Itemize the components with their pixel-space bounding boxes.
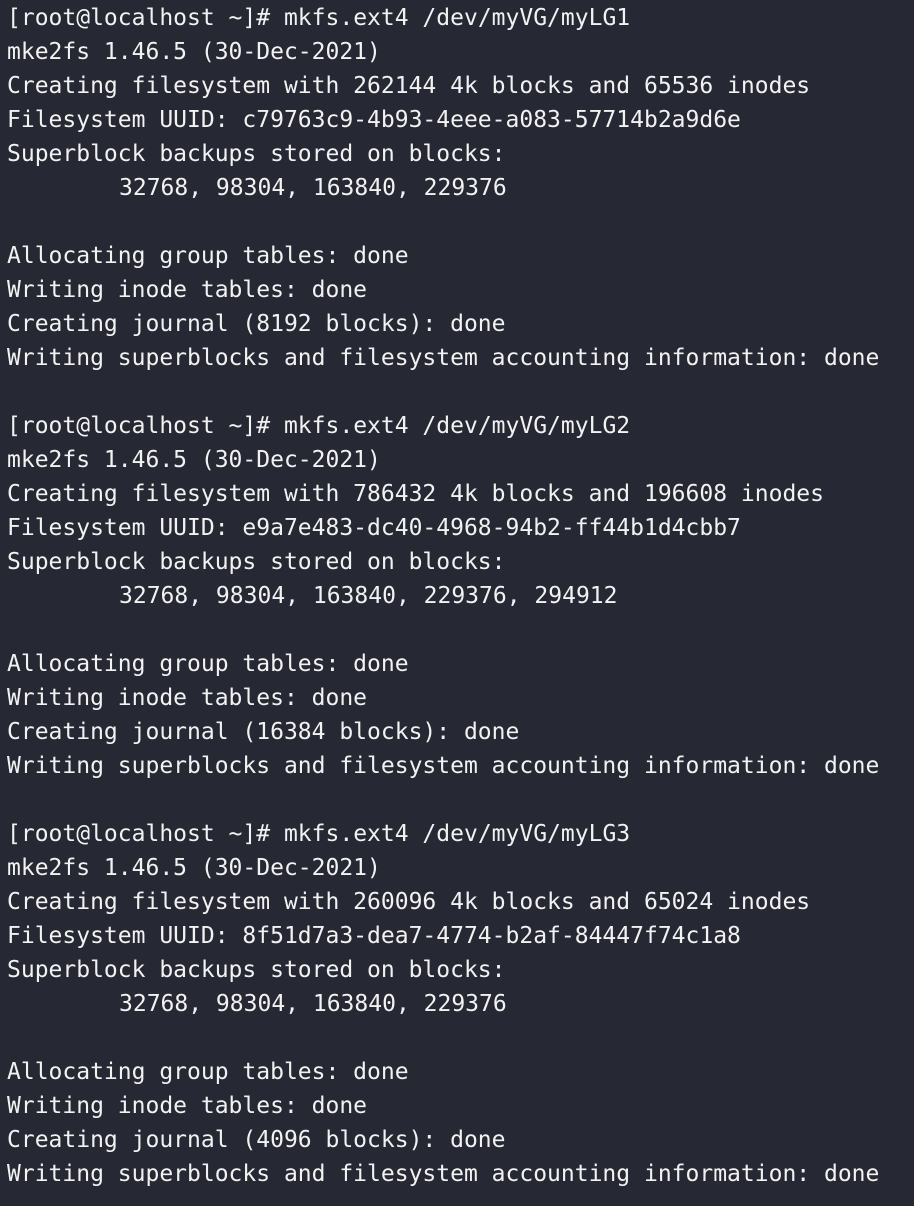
output-line-inode: Writing inode tables: done	[7, 685, 368, 711]
output-line-version: mke2fs 1.46.5 (30-Dec-2021)	[7, 447, 381, 473]
output-line-uuid: Filesystem UUID: 8f51d7a3-dea7-4774-b2af…	[7, 923, 741, 949]
output-line-journal: Creating journal (8192 blocks): done	[7, 311, 506, 337]
output-line-superblock: Superblock backups stored on blocks:	[7, 549, 506, 575]
command-text: mkfs.ext4 /dev/myVG/myLG2	[283, 413, 631, 439]
output-line-superwrite: Writing superblocks and filesystem accou…	[7, 345, 880, 371]
output-line-block-list: 32768, 98304, 163840, 229376, 294912	[119, 583, 618, 609]
output-line-block-list: 32768, 98304, 163840, 229376	[119, 175, 507, 201]
output-line-block-list: 32768, 98304, 163840, 229376	[119, 991, 507, 1017]
shell-prompt: [root@localhost ~]#	[7, 5, 284, 31]
shell-prompt: [root@localhost ~]#	[7, 821, 284, 847]
output-line-alloc: Allocating group tables: done	[7, 651, 409, 677]
output-line-version: mke2fs 1.46.5 (30-Dec-2021)	[7, 39, 381, 65]
output-line-alloc: Allocating group tables: done	[7, 1059, 409, 1085]
command-line: [root@localhost ~]# mkfs.ext4 /dev/myVG/…	[7, 1, 914, 35]
command-text: mkfs.ext4 /dev/myVG/myLG3	[283, 821, 631, 847]
output-line-alloc: Allocating group tables: done	[7, 243, 409, 269]
output-line-creating: Creating filesystem with 786432 4k block…	[7, 481, 824, 507]
output-line-inode: Writing inode tables: done	[7, 277, 368, 303]
output-line-journal: Creating journal (4096 blocks): done	[7, 1127, 506, 1153]
output-line-superblock: Superblock backups stored on blocks:	[7, 957, 506, 983]
output-line-uuid: Filesystem UUID: c79763c9-4b93-4eee-a083…	[7, 107, 741, 133]
command-line: [root@localhost ~]# mkfs.ext4 /dev/myVG/…	[7, 409, 914, 443]
output-line-journal: Creating journal (16384 blocks): done	[7, 719, 520, 745]
terminal-window[interactable]: [root@localhost ~]# mkfs.ext4 /dev/myVG/…	[0, 0, 914, 1206]
command-text: mkfs.ext4 /dev/myVG/myLG1	[283, 5, 631, 31]
output-line-superblock: Superblock backups stored on blocks:	[7, 141, 506, 167]
output-line-creating: Creating filesystem with 260096 4k block…	[7, 889, 811, 915]
output-line-superwrite: Writing superblocks and filesystem accou…	[7, 753, 880, 779]
command-line: [root@localhost ~]# mkfs.ext4 /dev/myVG/…	[7, 817, 914, 851]
output-line-inode: Writing inode tables: done	[7, 1093, 368, 1119]
shell-prompt: [root@localhost ~]#	[7, 413, 284, 439]
output-line-superwrite: Writing superblocks and filesystem accou…	[7, 1161, 880, 1187]
output-line-version: mke2fs 1.46.5 (30-Dec-2021)	[7, 855, 381, 881]
output-line-creating: Creating filesystem with 262144 4k block…	[7, 73, 811, 99]
output-line-uuid: Filesystem UUID: e9a7e483-dc40-4968-94b2…	[7, 515, 741, 541]
